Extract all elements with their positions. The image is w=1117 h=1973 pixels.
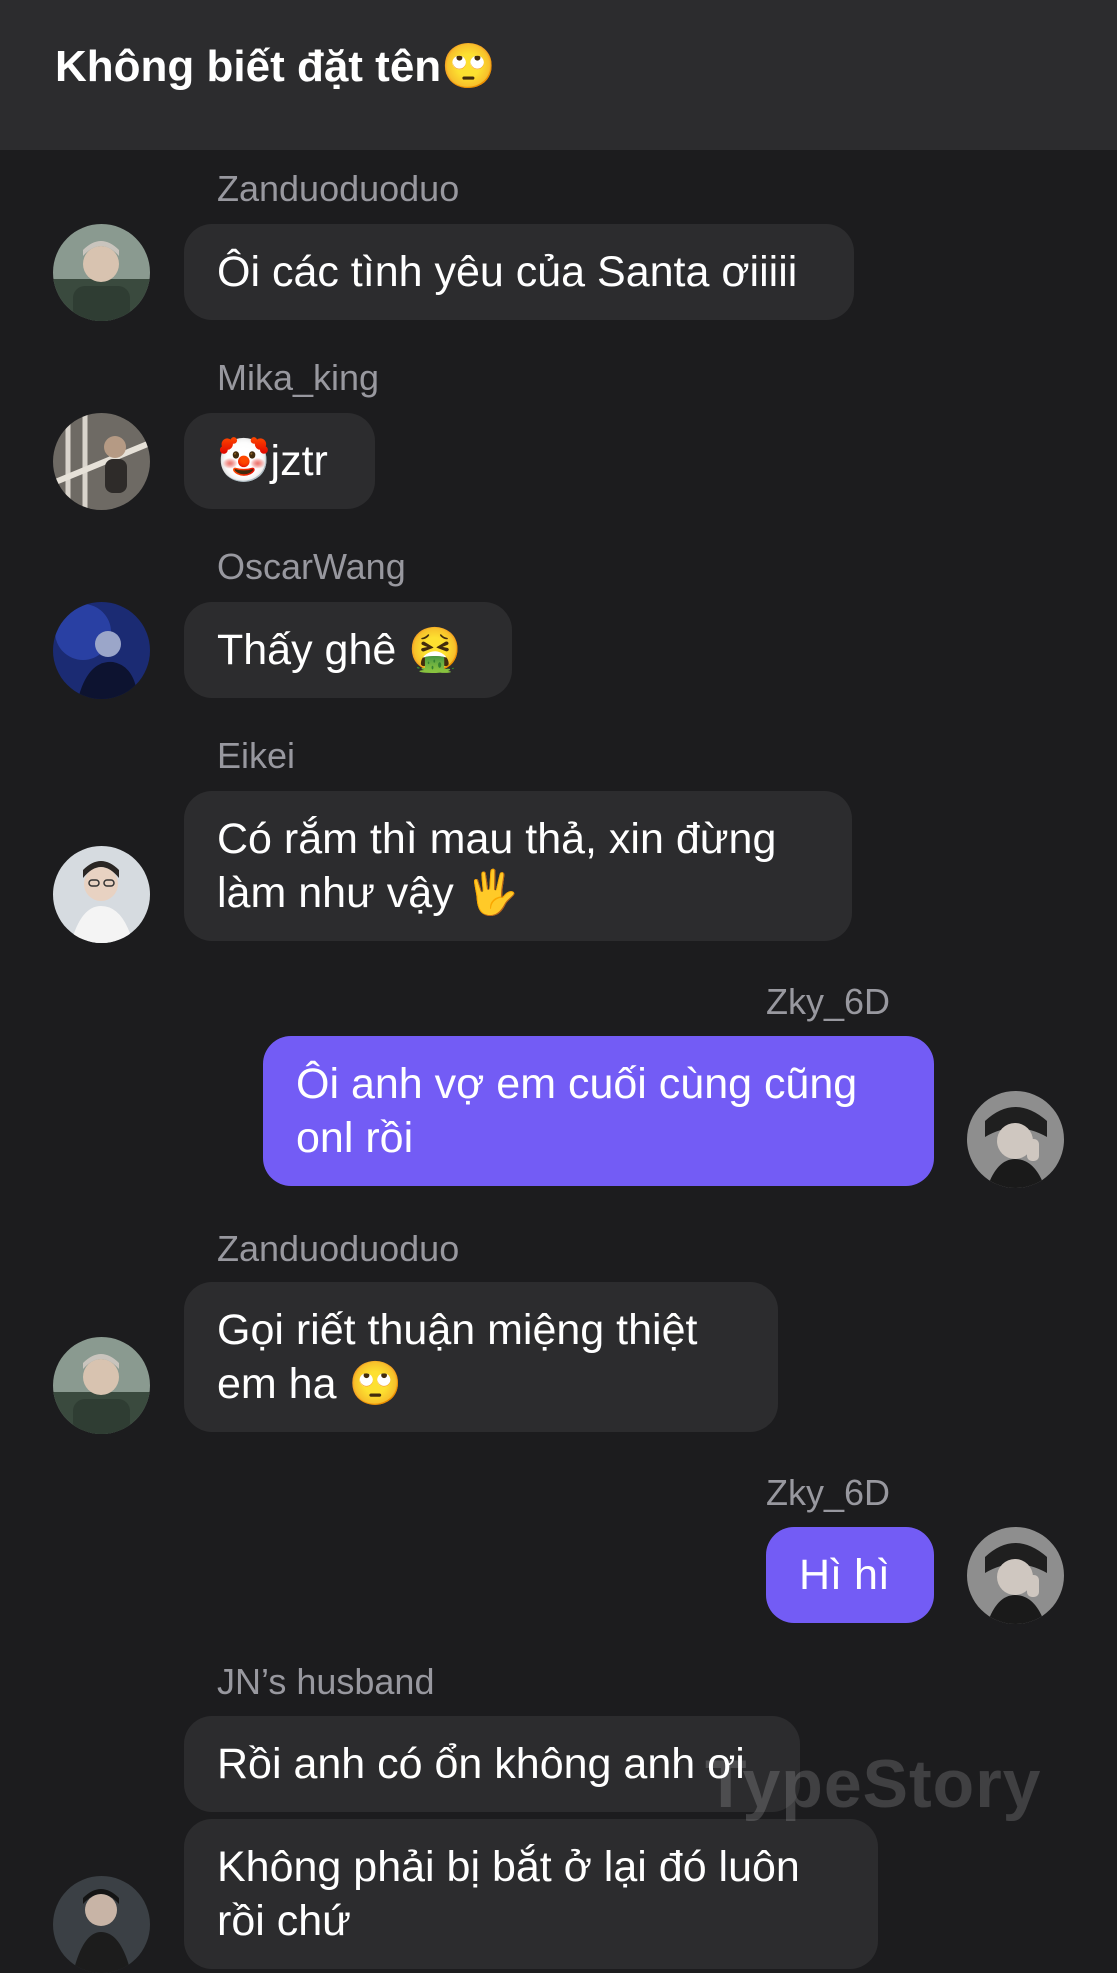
message-bubble-mine[interactable]: Ôi anh vợ em cuối cùng cũng onl rồi [263, 1036, 934, 1186]
message-bubble[interactable]: Ôi các tình yêu của Santa ơiiiii [184, 224, 854, 320]
avatar-zky-6d[interactable] [967, 1091, 1064, 1188]
avatar-oscarwang[interactable] [53, 602, 150, 699]
avatar-zanduoduoduo[interactable] [53, 224, 150, 321]
message-bubble[interactable]: Gọi riết thuận miệng thiệt em ha 🙄 [184, 1282, 778, 1432]
avatar-jn-husband[interactable] [53, 1876, 150, 1973]
message-bubble[interactable]: Thấy ghê 🤮 [184, 602, 512, 698]
message-bubble-mine[interactable]: Hì hì [766, 1527, 934, 1623]
avatar-zky-6d[interactable] [967, 1527, 1064, 1624]
chat-title[interactable]: Không biết đặt tên🙄 [55, 40, 496, 92]
sender-name: JN’s husband [217, 1661, 435, 1702]
sender-name: Mika_king [217, 357, 380, 398]
sender-name: Zky_6D [766, 1472, 891, 1513]
sender-name: OscarWang [217, 546, 406, 587]
avatar-eikei[interactable] [53, 846, 150, 943]
sender-name: Zanduoduoduo [217, 1228, 460, 1269]
avatar-mika-king[interactable] [53, 413, 150, 510]
message-bubble[interactable]: 🤡jztr [184, 413, 375, 509]
watermark: TypeStory [705, 1746, 1042, 1822]
sender-name: Zky_6D [766, 981, 891, 1022]
chat-header: Không biết đặt tên🙄 [0, 0, 1117, 150]
message-bubble[interactable]: Có rắm thì mau thả, xin đừng làm như vậy… [184, 791, 852, 941]
sender-name: Eikei [217, 735, 296, 776]
message-bubble[interactable]: Không phải bị bắt ở lại đó luôn rồi chứ [184, 1819, 878, 1969]
avatar-zanduoduoduo[interactable] [53, 1337, 150, 1434]
sender-name: Zanduoduoduo [217, 168, 460, 209]
